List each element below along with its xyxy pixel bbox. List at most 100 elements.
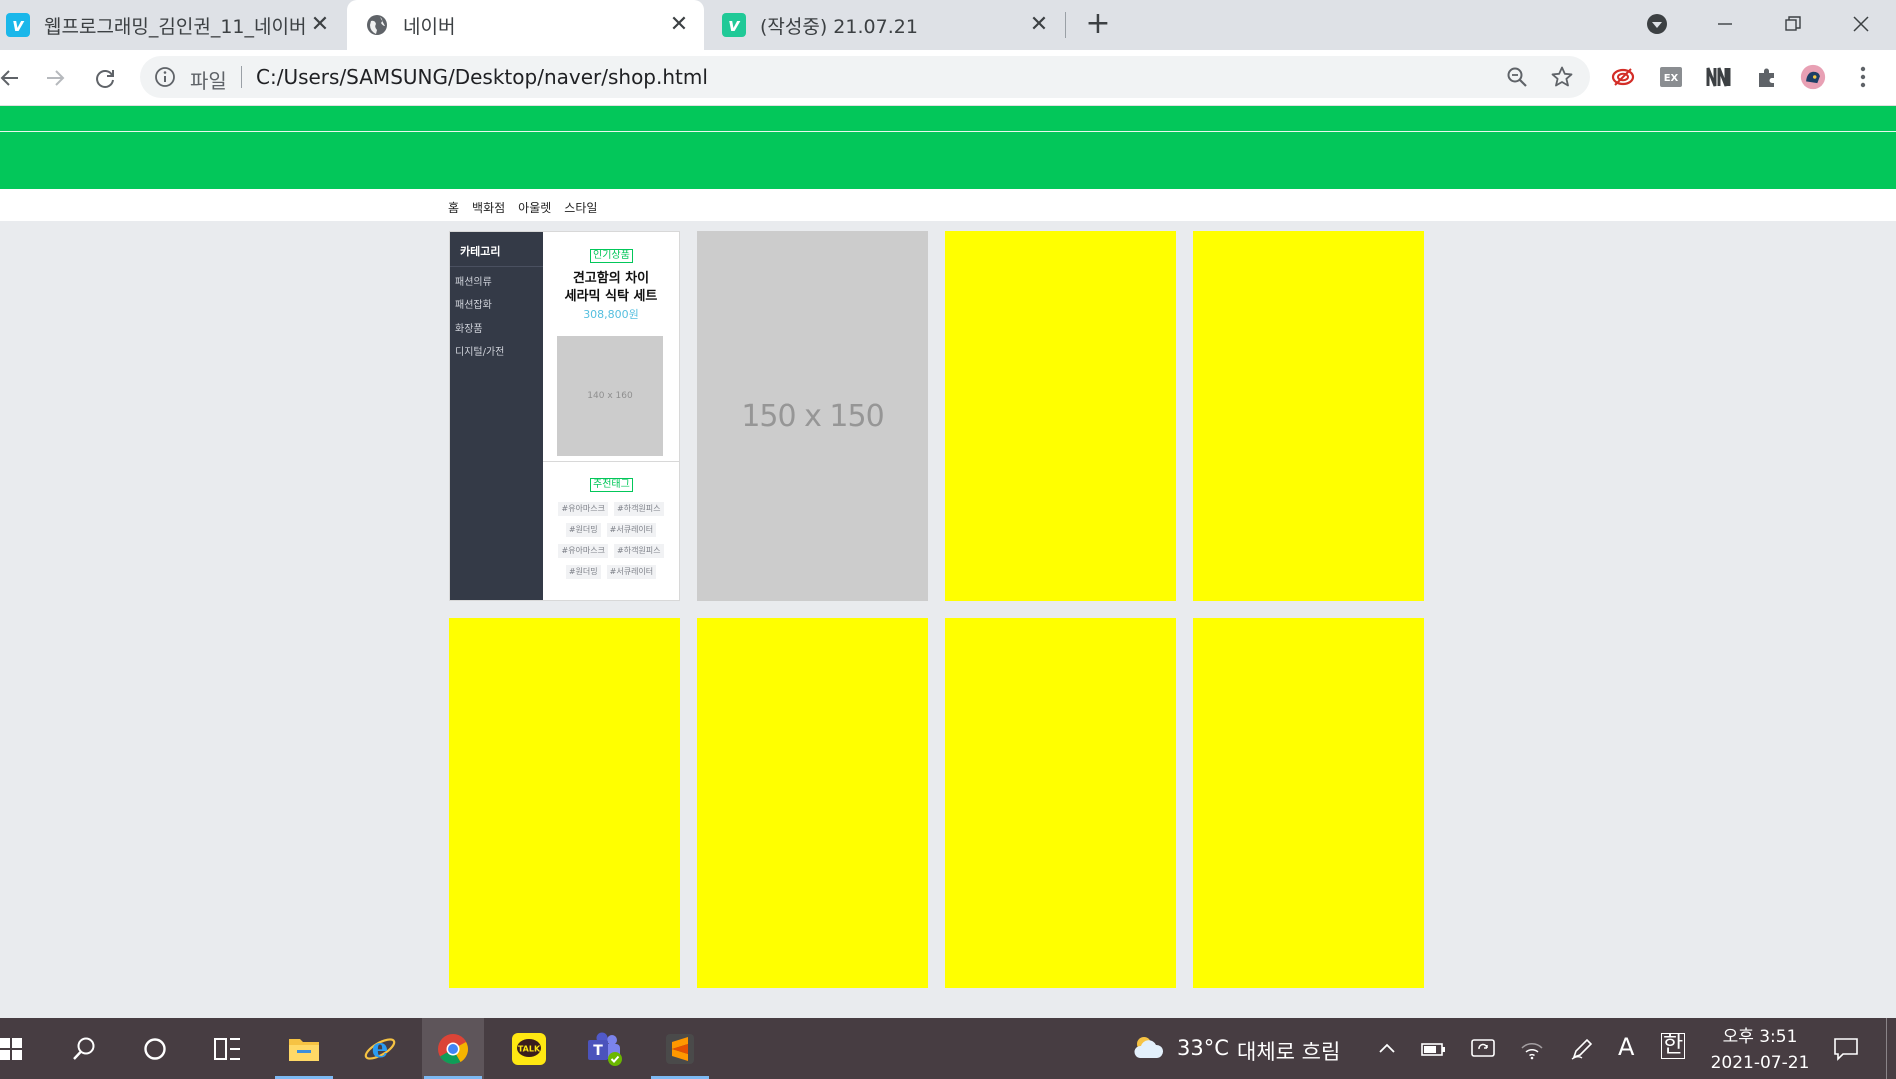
tab-webprogramming[interactable]: v 웹프로그래밍_김인권_11_네이버 ✕ (0, 0, 345, 50)
product-name-line2: 세라믹 식탁 세트 (564, 289, 658, 304)
category-item[interactable]: 패션잡화 (455, 296, 492, 311)
scheme-label: 파일 (190, 69, 227, 93)
search-icon[interactable] (53, 1018, 115, 1079)
url-text[interactable]: C:/Users/SAMSUNG/Desktop/naver/shop.html (256, 65, 708, 89)
placeholder-label: 150 x 150 (741, 398, 884, 434)
tag-item[interactable]: #원더밍 (565, 565, 601, 579)
category-item[interactable]: 패션의류 (455, 273, 492, 288)
teams-icon[interactable]: T (573, 1018, 635, 1079)
minimize-button[interactable] (1705, 6, 1745, 42)
browser-tab-strip: v 웹프로그래밍_김인권_11_네이버 ✕ 네이버 ✕ v (작성중) 21.0… (0, 0, 1896, 50)
close-window-button[interactable] (1841, 6, 1881, 42)
subnav-item-home[interactable]: 홈 (448, 199, 459, 216)
sync-icon[interactable] (1470, 1036, 1496, 1062)
notification-icon[interactable] (1833, 1036, 1859, 1062)
puzzle-icon[interactable] (1754, 64, 1780, 90)
weather-cloud-icon[interactable] (1131, 1033, 1165, 1063)
new-tab-button[interactable]: + (1083, 9, 1113, 40)
tab-title: 네이버 (403, 15, 456, 38)
lastpass-icon[interactable] (1610, 64, 1636, 90)
forward-button[interactable] (41, 63, 71, 93)
ime-language-korean[interactable]: 한 (1661, 1033, 1686, 1059)
tag-item[interactable]: #하객원피스 (614, 502, 664, 516)
svg-text:EX: EX (1664, 73, 1679, 84)
product-image[interactable]: 140 x 160 (557, 336, 663, 456)
top-banner (0, 106, 1896, 131)
address-divider (241, 66, 242, 88)
wifi-icon[interactable] (1519, 1036, 1545, 1062)
close-icon[interactable]: ✕ (668, 14, 690, 36)
zoom-icon[interactable] (1506, 66, 1528, 88)
shop-card: 카테고리 패션의류 패션잡화 화장품 디지털/가전 인기상품 견고함의 차이 세… (449, 231, 680, 601)
kakaotalk-icon[interactable]: TALK (498, 1018, 560, 1079)
ime-language-a[interactable]: A (1618, 1033, 1634, 1061)
info-icon[interactable] (154, 66, 176, 88)
tab-draft[interactable]: v (작성중) 21.07.21 ✕ (706, 0, 1064, 50)
placeholder-tile[interactable]: 150 x 150 (697, 231, 928, 601)
product-name[interactable]: 견고함의 차이 세라믹 식탁 세트 (543, 270, 679, 306)
file-explorer-icon[interactable] (273, 1018, 335, 1079)
category-item[interactable]: 화장품 (455, 320, 483, 335)
vimeo-icon: v (6, 13, 30, 37)
product-image-label: 140 x 160 (587, 391, 633, 401)
taskbar: e TALK T 33°C 대체로 흐림 A 한 오후 3:51 2021-07… (0, 1018, 1896, 1079)
tab-naver[interactable]: 네이버 ✕ (347, 0, 704, 50)
recommended-tags-badge: 추천태그 (590, 478, 633, 492)
weather-temp[interactable]: 33°C (1177, 1036, 1229, 1060)
clock-time: 오후 3:51 (1722, 1027, 1798, 1047)
close-icon[interactable]: ✕ (1028, 14, 1050, 36)
chrome-icon[interactable] (422, 1018, 484, 1079)
tab-title: 웹프로그래밍_김인권_11_네이버 (44, 15, 307, 38)
weather-description[interactable]: 대체로 흐림 (1237, 1036, 1340, 1066)
start-icon[interactable] (0, 1018, 42, 1079)
pen-icon[interactable] (1569, 1036, 1595, 1062)
back-button[interactable] (0, 63, 24, 93)
restore-button[interactable] (1773, 6, 1813, 42)
ex-icon[interactable]: EX (1658, 64, 1684, 90)
product-name-line1: 견고함의 차이 (572, 271, 650, 286)
internet-explorer-icon[interactable]: e (349, 1018, 411, 1079)
header-banner (0, 132, 1896, 189)
tag-item[interactable]: #원더밍 (565, 523, 601, 537)
subnav-item-outlet[interactable]: 아울렛 (518, 199, 551, 216)
tag-item[interactable]: #하객원피스 (614, 544, 664, 558)
battery-icon[interactable] (1421, 1036, 1447, 1062)
bookmark-star-icon[interactable] (1550, 65, 1574, 89)
subnav-item-department-store[interactable]: 백화점 (472, 199, 505, 216)
show-desktop-button[interactable] (1886, 1018, 1887, 1079)
svg-text:e: e (372, 1034, 389, 1064)
product-divider (543, 461, 679, 462)
vimeo-icon: v (722, 13, 746, 37)
close-icon[interactable]: ✕ (309, 14, 331, 36)
clock[interactable]: 오후 3:51 2021-07-21 (1700, 1024, 1820, 1076)
page-viewport: 홈 백화점 아울렛 스타일 카테고리 패션의류 패션잡화 화장품 디지털/가전 … (0, 106, 1896, 1018)
tag-item[interactable]: #유아마스크 (558, 544, 608, 558)
profile-avatar[interactable] (1800, 64, 1826, 90)
product-price: 308,800원 (583, 308, 639, 321)
tab-search-button[interactable] (1637, 6, 1677, 42)
reload-button[interactable] (90, 63, 120, 93)
category-panel: 카테고리 패션의류 패션잡화 화장품 디지털/가전 (450, 232, 543, 600)
cortana-icon[interactable] (124, 1018, 186, 1079)
yellow-tile (945, 231, 1176, 601)
yellow-tile (1193, 618, 1424, 988)
clock-date: 2021-07-21 (1710, 1053, 1810, 1073)
yellow-tile (945, 618, 1176, 988)
menu-kebab-icon[interactable] (1850, 64, 1876, 90)
task-view-icon[interactable] (196, 1018, 258, 1079)
yellow-tile (697, 618, 928, 988)
tab-title: (작성중) 21.07.21 (760, 15, 918, 38)
subnav-item-style[interactable]: 스타일 (564, 199, 597, 216)
tag-item[interactable]: #서큐레이터 (606, 523, 657, 537)
sub-navigation: 홈 백화점 아울렛 스타일 (0, 189, 1896, 221)
chevron-up-icon[interactable] (1374, 1036, 1400, 1062)
category-divider (450, 266, 543, 267)
category-item[interactable]: 디지털/가전 (455, 343, 504, 358)
yellow-tile (1193, 231, 1424, 601)
category-title: 카테고리 (460, 245, 501, 258)
address-bar[interactable]: 파일 C:/Users/SAMSUNG/Desktop/naver/shop.h… (140, 56, 1590, 98)
nn-icon[interactable] (1706, 64, 1732, 90)
tag-item[interactable]: #서큐레이터 (606, 565, 657, 579)
tag-item[interactable]: #유아마스크 (558, 502, 608, 516)
sublime-icon[interactable] (649, 1018, 711, 1079)
